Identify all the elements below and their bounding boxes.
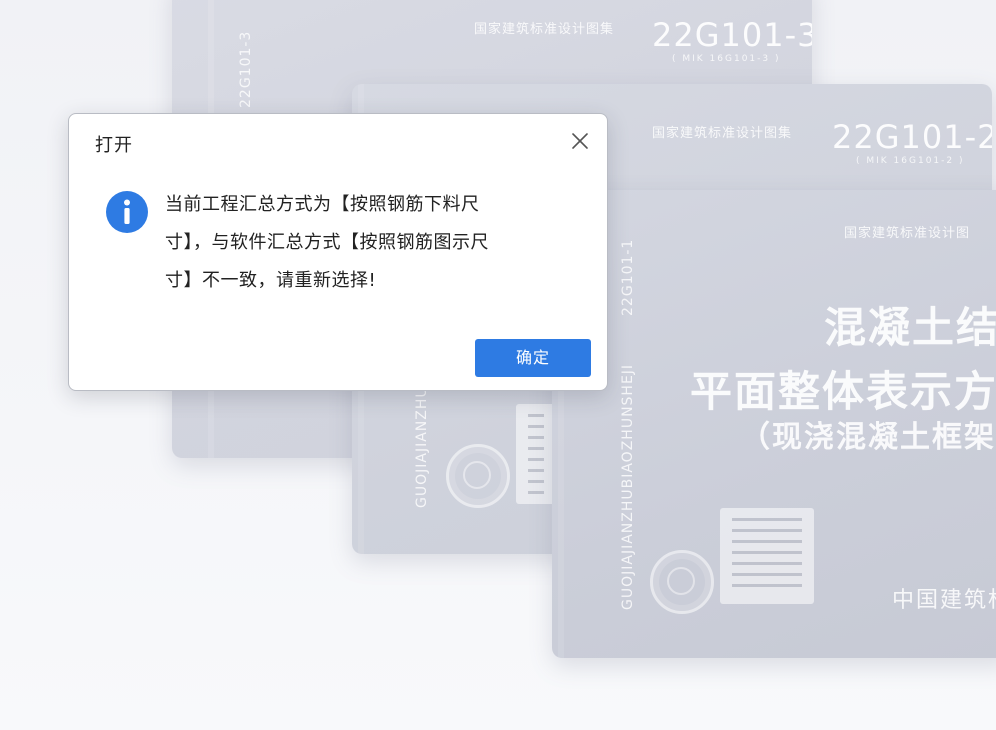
book-series-text: 国家建筑标准设计图集: [474, 22, 615, 37]
book-spine-text: GUOJIAJIANZHUBIAOZHUNSHEJI: [620, 363, 636, 610]
dialog-message: 当前工程汇总方式为【按照钢筋下料尺 寸】，与软件汇总方式【按照钢筋图示尺 寸】不…: [165, 186, 557, 300]
close-icon[interactable]: [569, 130, 591, 152]
book-seal-icon: [446, 444, 510, 508]
book-subcode: ( MIK 16G101-2 ): [856, 156, 965, 166]
message-line: 当前工程汇总方式为【按照钢筋下料尺: [165, 194, 480, 215]
info-icon: [106, 191, 148, 233]
book-publisher: 中国建筑标: [892, 588, 996, 613]
book-seal-icon: [650, 550, 714, 614]
app-background: 国家建筑标准设计图集 22G101-3 ( MIK 16G101-3 ) 22G…: [0, 0, 996, 730]
book-code: 22G101-2: [832, 118, 992, 156]
book-title-line1: 混凝土结构施: [824, 303, 996, 352]
book-spine-code: 22G101-1: [620, 238, 636, 316]
book-label-plate: [720, 508, 814, 604]
message-line: 寸】，与软件汇总方式【按照钢筋图示尺: [165, 232, 489, 253]
book-series-text: 国家建筑标准设计图集: [652, 126, 793, 141]
book-title-line2: 平面整体表示方法制图规: [690, 367, 996, 416]
dialog-title: 打开: [95, 135, 133, 156]
open-dialog: 打开 当前工程汇总方式为【按照钢筋下料尺 寸】，与软件汇总方式【按照钢筋图示尺 …: [68, 113, 608, 391]
background-book-22g101-1: 国家建筑标准设计图 22G101-1 GUOJIAJIANZHUBIAOZHUN…: [552, 190, 996, 658]
book-title-line3: （现浇混凝土框架、剪力: [740, 420, 996, 455]
message-line: 寸】不一致，请重新选择!: [165, 270, 377, 291]
ok-button[interactable]: 确定: [475, 339, 591, 377]
book-series-text: 国家建筑标准设计图: [844, 226, 971, 241]
book-spine-code: 22G101-3: [238, 30, 254, 108]
book-subcode: ( MIK 16G101-3 ): [672, 54, 781, 64]
book-code: 22G101-3: [652, 16, 812, 54]
book-label-plate: [516, 404, 556, 504]
